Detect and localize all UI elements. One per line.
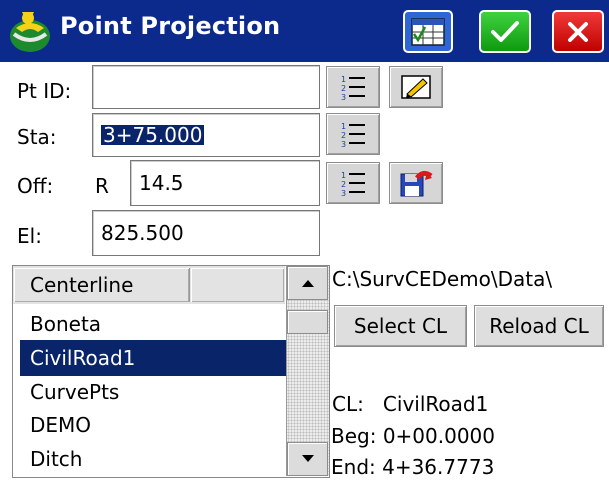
off-list-button[interactable]: 1 2 3	[326, 162, 380, 204]
table-view-icon	[411, 17, 445, 46]
list-item[interactable]: CurvePts	[20, 374, 286, 410]
close-button[interactable]	[552, 10, 604, 53]
svg-text:3: 3	[341, 140, 346, 148]
off-store-button[interactable]	[389, 162, 443, 204]
empty-column-header[interactable]	[191, 268, 284, 302]
svg-text:2: 2	[341, 84, 346, 93]
station-value: 3+75.000	[101, 123, 205, 147]
centerline-column-header[interactable]: Centerline	[14, 268, 190, 302]
offset-field[interactable]: 14.5	[130, 160, 320, 206]
list-item-selected[interactable]: CivilRoad1	[20, 340, 286, 376]
list-item[interactable]: Boneta	[20, 306, 286, 342]
svg-text:3: 3	[341, 189, 346, 197]
checkmark-icon	[491, 20, 519, 42]
svg-text:1: 1	[341, 171, 346, 180]
edit-pencil-icon	[401, 75, 431, 99]
svg-text:2: 2	[341, 131, 346, 140]
numbered-list-icon: 1 2 3	[341, 171, 365, 197]
pt-id-edit-button[interactable]	[389, 66, 443, 108]
scroll-thumb[interactable]	[287, 310, 328, 334]
cl-info: CL: CivilRoad1	[332, 392, 489, 416]
scroll-down-button[interactable]	[287, 442, 328, 476]
off-label: Off:	[17, 174, 54, 198]
reload-cl-button[interactable]: Reload CL	[474, 305, 604, 347]
svg-text:3: 3	[341, 93, 346, 101]
svg-text:1: 1	[341, 75, 346, 84]
ok-button[interactable]	[479, 10, 531, 53]
app-logo-icon	[8, 6, 52, 54]
offset-side[interactable]: R	[95, 174, 109, 198]
elevation-field[interactable]: 825.500	[92, 210, 320, 256]
station-field[interactable]: 3+75.000	[92, 113, 320, 157]
el-label: El:	[17, 224, 42, 248]
window-title: Point Projection	[60, 12, 281, 40]
list-item[interactable]: DEMO	[20, 407, 286, 443]
data-path: C:\SurvCEDemo\Data\	[332, 267, 553, 291]
arrow-up-icon	[301, 280, 314, 287]
svg-text:1: 1	[341, 122, 346, 131]
svg-text:2: 2	[341, 180, 346, 189]
numbered-list-icon: 1 2 3	[341, 122, 365, 148]
select-cl-button[interactable]: Select CL	[334, 305, 467, 347]
pt-id-field[interactable]	[92, 65, 320, 109]
close-x-icon	[568, 21, 588, 42]
end-station: End: 4+36.7773	[331, 455, 495, 479]
list-item[interactable]: Ditch	[20, 441, 286, 477]
sta-list-button[interactable]: 1 2 3	[326, 113, 380, 155]
pt-id-label: Pt ID:	[17, 79, 72, 103]
store-floppy-icon	[400, 170, 433, 197]
sta-label: Sta:	[17, 125, 57, 149]
arrow-down-icon	[301, 455, 314, 462]
scroll-up-button[interactable]	[287, 266, 328, 300]
pt-id-list-button[interactable]: 1 2 3	[326, 66, 380, 108]
table-view-button[interactable]	[403, 10, 453, 53]
numbered-list-icon: 1 2 3	[341, 75, 365, 101]
begin-station: Beg: 0+00.0000	[331, 424, 496, 448]
